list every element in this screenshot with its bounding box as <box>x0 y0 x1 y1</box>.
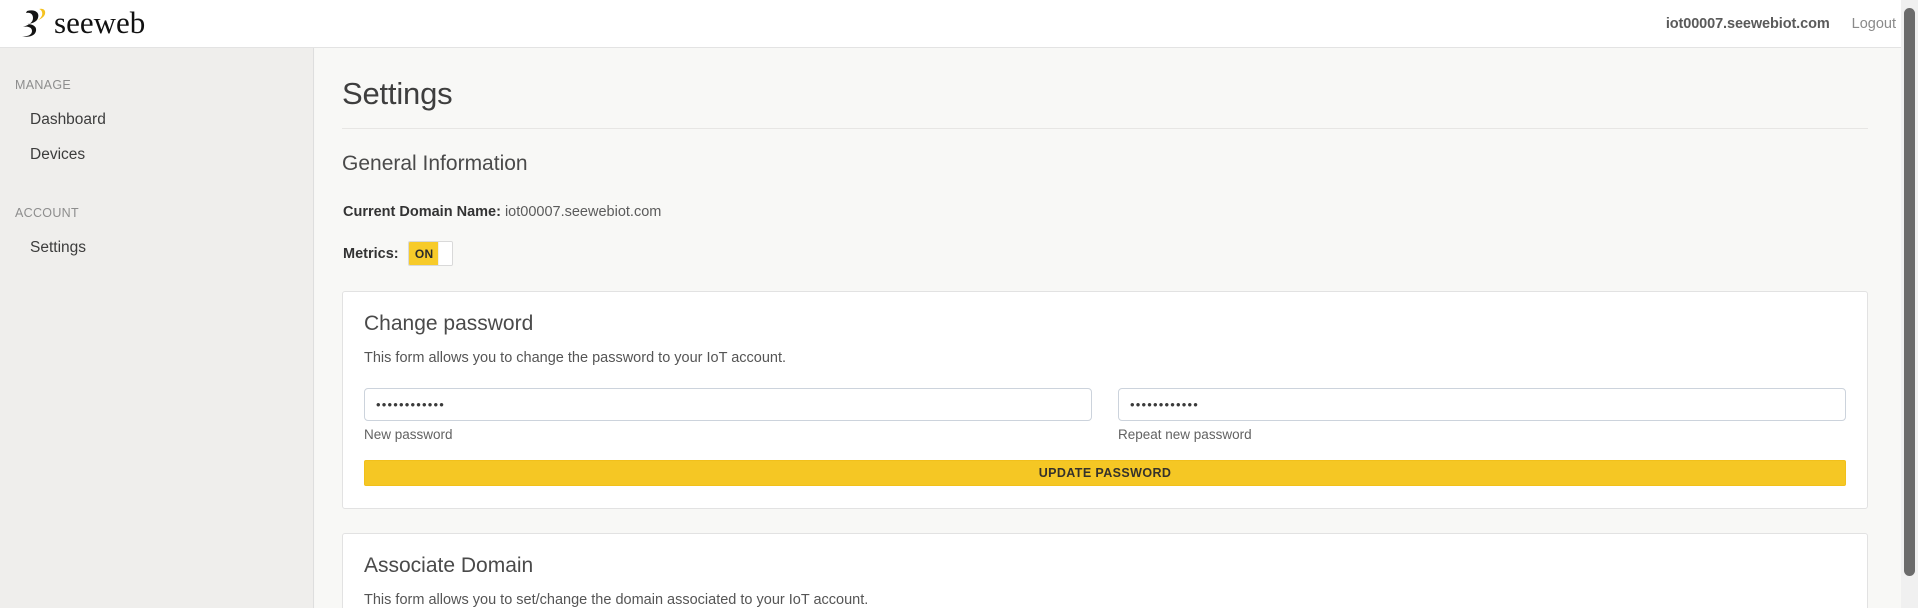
new-password-field: New password <box>364 388 1092 442</box>
repeat-password-field: Repeat new password <box>1118 388 1846 442</box>
change-password-title: Change password <box>364 312 534 335</box>
page-scrollbar-track[interactable] <box>1901 0 1918 608</box>
current-domain-name-value: iot00007.seewebiot.com <box>504 204 662 220</box>
sidebar-section-account-title: ACCOUNT <box>15 205 79 220</box>
metrics-toggle-state: ON <box>414 246 434 261</box>
change-password-description: This form allows you to change the passw… <box>364 350 787 366</box>
sidebar: MANAGE Dashboard Devices ACCOUNT Setting… <box>0 48 314 608</box>
seeweb-logo-icon: seeweb <box>22 6 145 40</box>
general-information-heading: General Information <box>342 152 528 175</box>
title-divider <box>342 128 1868 129</box>
current-domain-row: Current Domain Name: iot00007.seewebiot.… <box>342 204 1868 220</box>
change-password-fields: New password Repeat new password <box>364 388 1846 442</box>
new-password-input[interactable] <box>364 388 1092 421</box>
logout-link[interactable]: Logout <box>1852 16 1896 32</box>
page-scrollbar-thumb[interactable] <box>1904 8 1915 576</box>
current-domain-name-label: Current Domain Name: <box>343 204 501 220</box>
sidebar-item-devices[interactable]: Devices <box>0 137 313 172</box>
page-title: Settings <box>342 76 453 111</box>
repeat-password-label: Repeat new password <box>1118 427 1252 442</box>
current-domain-label: iot00007.seewebiot.com <box>1665 15 1830 32</box>
svg-text:seeweb: seeweb <box>54 6 145 40</box>
top-bar-right: iot00007.seewebiot.com Logout <box>1666 0 1896 47</box>
repeat-password-input[interactable] <box>1118 388 1846 421</box>
sidebar-item-settings[interactable]: Settings <box>0 230 313 265</box>
metrics-row: Metrics: ON <box>342 241 1868 266</box>
associate-domain-title: Associate Domain <box>364 554 534 577</box>
update-password-button[interactable]: UPDATE PASSWORD <box>364 460 1846 486</box>
seeweb-logo[interactable]: seeweb <box>18 1 158 45</box>
new-password-label: New password <box>364 427 453 442</box>
metrics-toggle-fill: ON <box>408 242 440 265</box>
app-root: seeweb iot00007.seewebiot.com Logout MAN… <box>0 0 1918 608</box>
change-password-card: Change password This form allows you to … <box>342 291 1868 509</box>
associate-domain-description: This form allows you to set/change the d… <box>364 592 869 608</box>
associate-domain-card: Associate Domain This form allows you to… <box>342 533 1868 608</box>
top-bar: seeweb iot00007.seewebiot.com Logout <box>0 0 1918 48</box>
sidebar-item-dashboard[interactable]: Dashboard <box>0 102 313 137</box>
metrics-label: Metrics: <box>343 245 399 262</box>
sidebar-section-manage-title: MANAGE <box>15 78 71 92</box>
metrics-toggle-knob <box>437 242 452 265</box>
metrics-toggle[interactable]: ON <box>407 241 453 266</box>
main-content: Settings General Information Current Dom… <box>315 48 1918 608</box>
